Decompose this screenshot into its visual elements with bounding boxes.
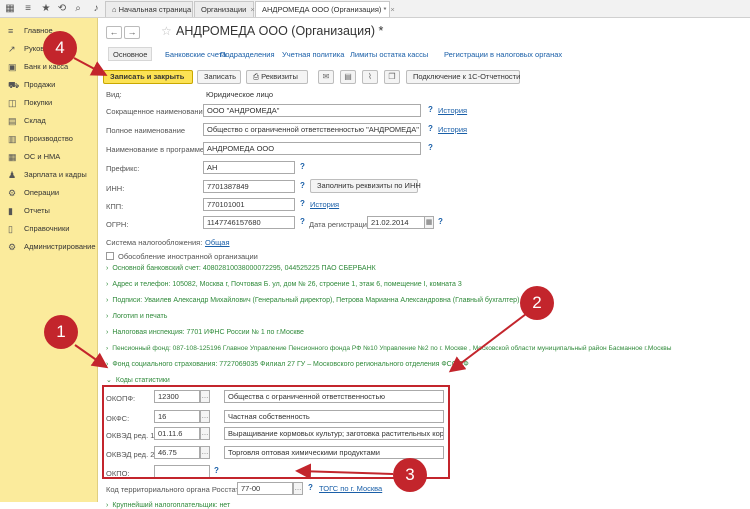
callout-arrows bbox=[73, 57, 527, 480]
callout-2: 2 bbox=[520, 286, 554, 320]
callout-3: 3 bbox=[393, 458, 427, 492]
callout-1: 1 bbox=[44, 315, 78, 349]
group-largest-taxpayer[interactable]: › Крупнейший налогоплательщик: нет bbox=[106, 502, 230, 509]
chevron-right-icon: › bbox=[106, 502, 109, 509]
callout-4: 4 bbox=[43, 31, 77, 65]
group-text: Крупнейший налогоплательщик: нет bbox=[112, 502, 231, 509]
